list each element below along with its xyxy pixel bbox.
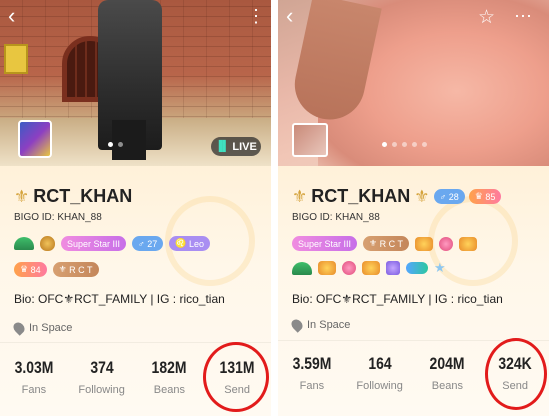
age-value: 28 (448, 191, 459, 202)
face-badge-icon[interactable] (342, 261, 356, 275)
bigo-id[interactable]: BIGO ID: KHAN_88 (14, 212, 102, 223)
family-badge[interactable]: ⚜ R C T (52, 262, 99, 277)
fleur-de-lis-icon: ⚜ (14, 186, 30, 206)
zodiac-label: Leo (189, 238, 205, 249)
trophy-badge-icon[interactable] (318, 261, 336, 275)
stat-fans[interactable]: 3.59M Fans (282, 354, 342, 392)
super-star-badge[interactable]: Super Star III (61, 236, 127, 251)
stat-value: 374 (89, 358, 114, 377)
location-pin-icon (289, 317, 305, 333)
photo-pager-dots (108, 142, 123, 147)
badges-row-2: ★ (292, 260, 446, 276)
fleur-de-lis-icon: ⚜ (414, 186, 430, 206)
gender-age-badge[interactable]: ♂ 27 (132, 236, 164, 251)
family-label: R C T (69, 264, 93, 275)
pager-dot (412, 142, 417, 147)
username: RCT_KHAN (33, 186, 133, 206)
stat-value: 182M (151, 358, 187, 377)
live-badge[interactable]: ▐▌ LIVE (211, 137, 261, 156)
robot-badge-icon[interactable] (386, 261, 400, 275)
pager-dot (422, 142, 427, 147)
yellow-stool (4, 44, 28, 74)
red-highlight-circle (485, 338, 547, 410)
level-value: 85 (485, 191, 496, 202)
location: In Space (11, 320, 73, 336)
stat-value: 3.03M (14, 358, 54, 377)
star-badge-icon[interactable]: ★ (434, 260, 446, 276)
stat-label: Beans (153, 384, 185, 396)
bigo-id[interactable]: BIGO ID: KHAN_88 (292, 212, 380, 223)
profile-card: ⚜ RCT_KHAN ⚜ ♂ 28 ♛ 85 BIGO ID: KHAN_88 … (278, 166, 549, 416)
badges-row-2: ♛ 84 ⚜ R C T (14, 262, 99, 277)
potion-badge-icon[interactable] (438, 236, 453, 251)
profile-photo[interactable]: ‹ ☆ ⋯ (278, 0, 549, 166)
level-badge[interactable]: ♛ 85 (468, 189, 502, 204)
profile-panel-right: ‹ ☆ ⋯ ⚜ RCT_KHAN ⚜ ♂ 28 ♛ 85 BIGO ID: KH… (278, 0, 549, 416)
bio-text: Bio: OFC⚜RCT_FAMILY | IG : rico_tian (14, 292, 225, 306)
fleur-de-lis-icon: ⚜ (292, 186, 308, 206)
stat-beans[interactable]: 182M Beans (139, 358, 199, 396)
stat-label: Following (78, 384, 125, 396)
location-label: In Space (307, 319, 351, 331)
profile-card: ⚜ RCT_KHAN BIGO ID: KHAN_88 Super Star I… (0, 166, 271, 416)
gender-age-badge[interactable]: ♂ 28 (433, 189, 465, 204)
photo-pager-dots (382, 142, 427, 147)
wings-badge-icon[interactable] (414, 236, 433, 251)
name-row: ⚜ RCT_KHAN ⚜ ♂ 28 ♛ 85 (292, 186, 502, 207)
red-highlight-circle (203, 342, 269, 412)
level-badge[interactable]: ♛ 84 (14, 262, 47, 277)
age-value: 27 (147, 238, 158, 249)
back-icon[interactable]: ‹ (8, 5, 30, 28)
location-pin-icon (11, 320, 27, 336)
stat-value: 204M (429, 354, 465, 373)
more-dots-icon[interactable]: ⋮ (247, 6, 266, 27)
stat-label: Fans (21, 384, 47, 396)
stat-value: 3.59M (292, 354, 332, 373)
crown-badge-icon[interactable] (406, 262, 428, 274)
pager-dot (382, 142, 387, 147)
badges-row-1: Super Star III ⚜ R C T (292, 236, 477, 251)
more-dots-icon[interactable]: ⋯ (514, 6, 533, 27)
stat-label: Following (356, 380, 403, 392)
pager-dot (108, 142, 113, 147)
family-label: R C T (379, 238, 403, 249)
photo-thumbnail[interactable] (292, 123, 328, 157)
stat-following[interactable]: 374 Following (72, 358, 132, 396)
level-value: 84 (30, 264, 41, 275)
live-bars-icon: ▐▌ (215, 141, 230, 152)
family-badge[interactable]: ⚜ R C T (363, 236, 409, 251)
pager-dot (402, 142, 407, 147)
person-legs (112, 120, 146, 160)
live-thumbnail[interactable] (18, 120, 52, 158)
stat-value: 164 (367, 354, 392, 373)
star-outline-icon[interactable]: ☆ (478, 6, 495, 29)
rainbow-badge-icon[interactable] (14, 237, 34, 250)
username: RCT_KHAN (311, 186, 411, 206)
heart-crown-badge-icon[interactable] (458, 236, 477, 251)
pager-dot (392, 142, 397, 147)
stat-beans[interactable]: 204M Beans (417, 354, 477, 392)
pager-dot (118, 142, 123, 147)
location: In Space (289, 317, 351, 333)
badges-row-1: Super Star III ♂ 27 ♌ Leo (14, 236, 211, 251)
stat-label: Beans (431, 380, 463, 392)
stat-fans[interactable]: 3.03M Fans (4, 358, 64, 396)
rainbow-badge-icon[interactable] (292, 261, 312, 275)
wings-badge-icon[interactable] (362, 261, 380, 275)
zodiac-badge[interactable]: ♌ Leo (169, 236, 211, 251)
super-star-badge[interactable]: Super Star III (292, 236, 358, 251)
shield-badge-icon[interactable] (40, 236, 55, 251)
screenshot-root: ‹ ⋮ ▐▌ LIVE ⚜ RCT_KHAN BIGO ID: KHAN_88 (0, 0, 549, 416)
live-label: LIVE (232, 140, 257, 153)
profile-panel-left: ‹ ⋮ ▐▌ LIVE ⚜ RCT_KHAN BIGO ID: KHAN_88 (0, 0, 271, 416)
name-row: ⚜ RCT_KHAN (14, 186, 132, 207)
profile-photo[interactable]: ‹ ⋮ ▐▌ LIVE (0, 0, 271, 166)
stat-following[interactable]: 164 Following (350, 354, 410, 392)
stat-label: Fans (299, 380, 325, 392)
location-label: In Space (29, 322, 73, 334)
bio-text: Bio: OFC⚜RCT_FAMILY | IG : rico_tian (292, 292, 503, 306)
back-icon[interactable]: ‹ (286, 5, 308, 28)
